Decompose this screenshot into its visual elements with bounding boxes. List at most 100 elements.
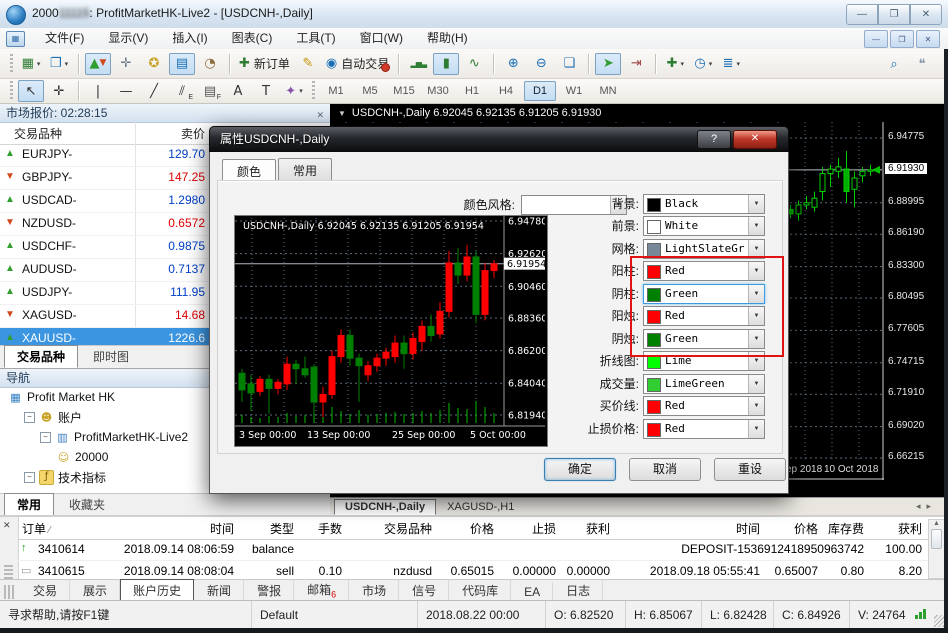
periods-button[interactable]: ◷▾ xyxy=(690,53,716,75)
column-symbol[interactable]: 交易品种 xyxy=(14,125,62,142)
indicators-button[interactable]: ✚▾ xyxy=(662,53,688,75)
timeframe-m1[interactable]: M1 xyxy=(320,81,352,101)
grid-color-select[interactable]: LightSlateGr▼ xyxy=(643,239,765,259)
timeframe-w1[interactable]: W1 xyxy=(558,81,590,101)
tab-common[interactable]: 常用 xyxy=(4,493,54,516)
terminal-row[interactable]: ↑34106142018.09.14 08:06:59balanceDEPOSI… xyxy=(18,539,930,561)
strategy-tester-button[interactable]: ◔ xyxy=(197,53,223,75)
column-4[interactable]: 交易品种 xyxy=(348,519,438,539)
bear-candle-color-select[interactable]: Green▼ xyxy=(643,329,765,349)
collapse-icon[interactable]: ▼ xyxy=(338,109,346,118)
terminal-row[interactable]: ▭34106152018.09.14 08:08:04sell0.10nzdus… xyxy=(18,561,930,579)
fibonacci-tool[interactable]: ▤F xyxy=(197,80,223,102)
timeframe-m5[interactable]: M5 xyxy=(354,81,386,101)
menu-tools[interactable]: 工具(T) xyxy=(284,28,347,49)
ask-line-color-select[interactable]: Red▼ xyxy=(643,396,765,416)
column-0[interactable]: 订单 ∕ xyxy=(18,519,110,539)
zoom-in-button[interactable]: ⊕ xyxy=(500,53,526,75)
column-8[interactable]: 时间 xyxy=(616,519,766,539)
column-6[interactable]: 止损 xyxy=(500,519,562,539)
search-button[interactable]: ⌕ xyxy=(881,53,907,75)
tab-code-base[interactable]: 代码库 xyxy=(449,579,511,602)
horizontal-line-tool[interactable]: — xyxy=(113,80,139,102)
tab-market[interactable]: 市场 xyxy=(349,579,399,602)
timeframe-mn[interactable]: MN xyxy=(592,81,624,101)
column-10[interactable]: 库存费 xyxy=(824,519,870,539)
reset-button[interactable]: 重设 xyxy=(714,458,786,481)
minimize-button[interactable]: — xyxy=(846,4,878,25)
ok-button[interactable]: 确定 xyxy=(544,458,616,481)
column-9[interactable]: 价格 xyxy=(766,519,824,539)
chevron-down-icon[interactable]: ▼ xyxy=(748,285,764,303)
scroll-left-icon[interactable]: ◂ xyxy=(916,501,927,511)
child-minimize-button[interactable]: — xyxy=(864,30,888,48)
menu-insert[interactable]: 插入(I) xyxy=(160,28,219,49)
chevron-down-icon[interactable]: ▼ xyxy=(748,262,764,280)
toolbar-grip[interactable] xyxy=(10,81,13,101)
volumes-color-select[interactable]: LimeGreen▼ xyxy=(643,374,765,394)
tab-favorites[interactable]: 收藏夹 xyxy=(56,493,118,516)
tab-symbols[interactable]: 交易品种 xyxy=(4,345,78,368)
chevron-down-icon[interactable]: ▼ xyxy=(748,195,764,213)
terminal-toggle[interactable]: ▤ xyxy=(169,53,195,75)
foreground-color-select[interactable]: White▼ xyxy=(643,216,765,236)
child-restore-button[interactable]: ❐ xyxy=(890,30,914,48)
chevron-down-icon[interactable]: ▼ xyxy=(748,375,764,393)
chevron-down-icon[interactable]: ▼ xyxy=(748,330,764,348)
chart-candles-button[interactable]: ▮ xyxy=(433,53,459,75)
close-button[interactable]: ✕ xyxy=(910,4,942,25)
column-5[interactable]: 价格 xyxy=(438,519,500,539)
menu-view[interactable]: 显示(V) xyxy=(96,28,160,49)
tab-journal[interactable]: 日志 xyxy=(553,579,603,602)
tab-alerts[interactable]: 警报 xyxy=(244,579,294,602)
tab-mailbox[interactable]: 邮箱6 xyxy=(294,578,349,602)
metaeditor-button[interactable]: ✎ xyxy=(295,53,321,75)
scrollbar-thumb[interactable] xyxy=(931,529,942,549)
column-3[interactable]: 手数 xyxy=(300,519,348,539)
dialog-help-button[interactable]: ? xyxy=(697,130,731,149)
menu-window[interactable]: 窗口(W) xyxy=(348,28,415,49)
tree-expander-icon[interactable]: − xyxy=(24,472,35,483)
auto-scroll-toggle[interactable]: ➤ xyxy=(595,53,621,75)
toolbar-grip[interactable] xyxy=(10,54,13,74)
bull-candle-color-select[interactable]: Red▼ xyxy=(643,306,765,326)
arrows-tool[interactable]: ✦▾ xyxy=(281,80,307,102)
chart-tab-xagusd[interactable]: XAGUSD-,H1 xyxy=(436,499,525,515)
zoom-out-button[interactable]: ⊖ xyxy=(528,53,554,75)
column-bid[interactable]: 卖价 xyxy=(181,125,205,142)
stop-levels-color-select[interactable]: Red▼ xyxy=(643,419,765,439)
chevron-down-icon[interactable]: ▼ xyxy=(748,307,764,325)
dialog-close-button[interactable]: ✕ xyxy=(733,130,777,149)
terminal-scrollbar[interactable]: ▲ xyxy=(928,519,945,579)
cursor-tool[interactable]: ↖ xyxy=(18,80,44,102)
profiles-button[interactable]: ❐▾ xyxy=(46,53,72,75)
equidistant-channel-tool[interactable]: ⫽E xyxy=(169,80,195,102)
templates-button[interactable]: ≣▾ xyxy=(718,53,744,75)
chart-tab-scroll-arrows[interactable]: ◂▸ xyxy=(916,501,937,512)
cancel-button[interactable]: 取消 xyxy=(629,458,701,481)
bar-down-color-select[interactable]: Green▼ xyxy=(643,284,765,304)
menu-charts[interactable]: 图表(C) xyxy=(220,28,285,49)
bar-up-color-select[interactable]: Red▼ xyxy=(643,261,765,281)
data-window-button[interactable]: ✛ xyxy=(113,53,139,75)
restore-button[interactable]: ❐ xyxy=(878,4,910,25)
trendline-tool[interactable]: ╱ xyxy=(141,80,167,102)
tile-windows-button[interactable]: ❏ xyxy=(556,53,582,75)
navigator-toggle[interactable]: ✪ xyxy=(141,53,167,75)
menu-help[interactable]: 帮助(H) xyxy=(415,28,480,49)
text-tool[interactable]: A xyxy=(225,80,251,102)
status-profile[interactable]: Default xyxy=(252,601,418,629)
new-order-button[interactable]: ✚新订单 xyxy=(236,53,293,75)
timeframe-h1[interactable]: H1 xyxy=(456,81,488,101)
tree-expander-icon[interactable]: − xyxy=(40,432,51,443)
tab-tick-chart[interactable]: 即时图 xyxy=(80,345,142,368)
line-chart-color-select[interactable]: Lime▼ xyxy=(643,351,765,371)
tab-account-history[interactable]: 账户历史 xyxy=(120,579,194,602)
chevron-down-icon[interactable]: ▼ xyxy=(748,397,764,415)
chart-shift-button[interactable]: ⇥ xyxy=(623,53,649,75)
chevron-down-icon[interactable]: ▼ xyxy=(748,240,764,258)
new-chart-button[interactable]: ▦▾ xyxy=(18,53,44,75)
child-close-button[interactable]: ✕ xyxy=(916,30,940,48)
chart-bars-button[interactable]: ▂▅▃ xyxy=(405,53,431,75)
market-watch-toggle[interactable]: ▲▼ xyxy=(85,53,111,75)
